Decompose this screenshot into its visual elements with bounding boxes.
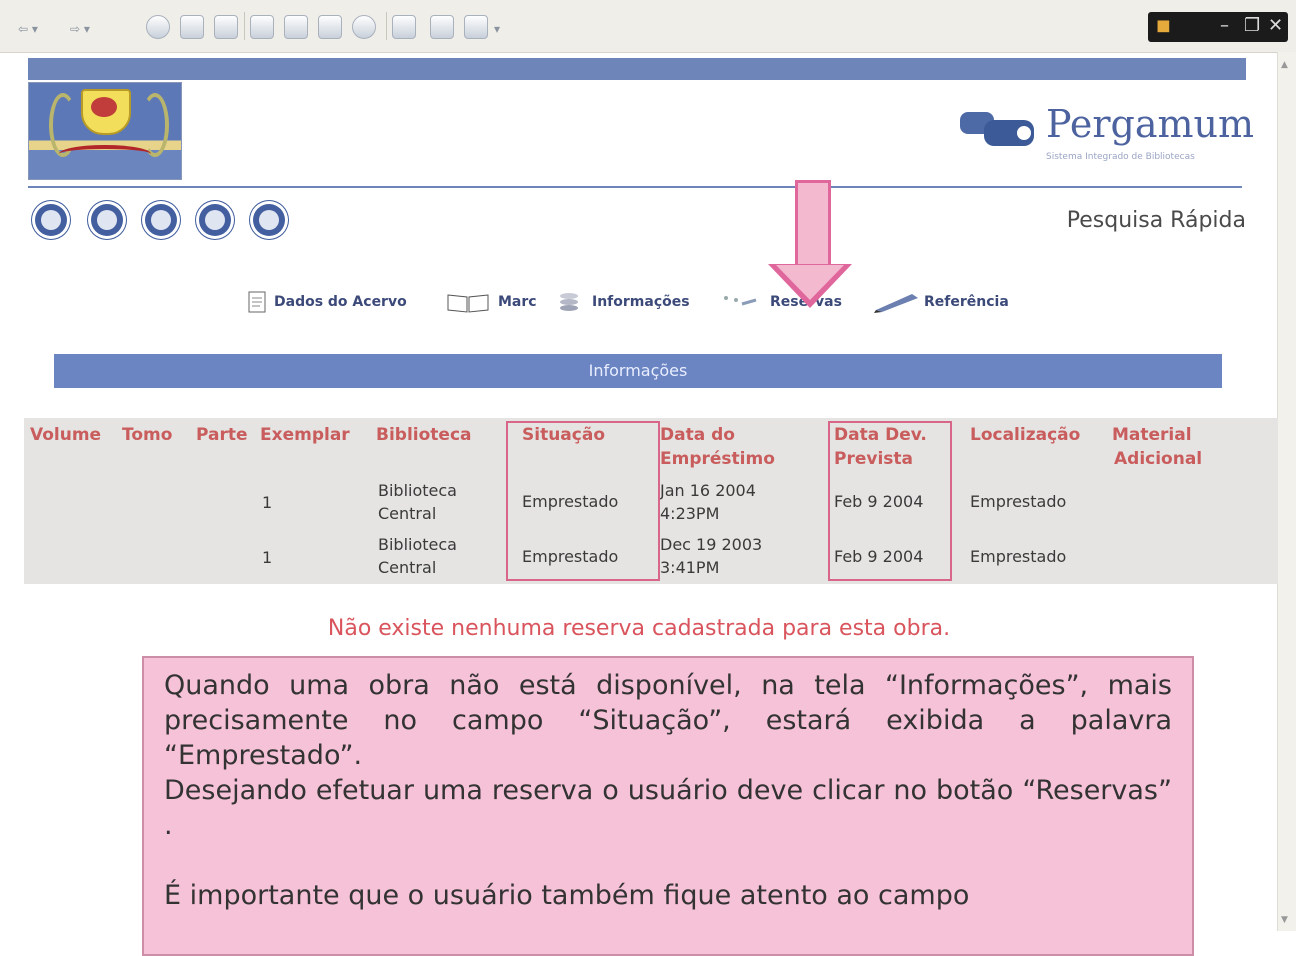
brand-name: Pergamum (1046, 102, 1255, 146)
info-stack-icon (560, 293, 578, 311)
scroll-up-icon[interactable]: ▲ (1281, 60, 1288, 70)
refresh-icon (151, 210, 171, 230)
quick-search-link[interactable]: Pesquisa Rápida (1067, 208, 1246, 233)
exemplares-table: Volume Tomo Parte Exemplar Biblioteca Si… (24, 418, 1278, 584)
pergamum-mark-icon (960, 112, 1034, 146)
no-reservation-message: Não existe nenhuma reserva cadastrada pa… (327, 616, 951, 641)
print-button[interactable] (250, 201, 288, 239)
col-tomo: Tomo (122, 425, 173, 445)
refresh-button[interactable] (142, 201, 180, 239)
instruction-note: Quando uma obra não está disponível, na … (142, 656, 1194, 956)
col-material-1: Material (1112, 425, 1192, 445)
clipboard-icon (97, 210, 117, 230)
vertical-scrollbar[interactable]: ▲ ▼ (1277, 52, 1296, 931)
data-dev-highlight-box (828, 421, 952, 581)
document-icon (248, 291, 266, 313)
cell-biblioteca: Central (378, 558, 437, 577)
cell-data-emprestimo: 4:23PM (660, 504, 720, 523)
cell-data-emprestimo: Dec 19 2003 (660, 535, 763, 554)
col-parte: Parte (196, 425, 248, 445)
col-data-emprestimo-2: Empréstimo (660, 449, 775, 469)
close-button[interactable] (196, 201, 234, 239)
close-icon[interactable]: ✕ (1268, 15, 1283, 36)
scroll-down-icon[interactable]: ▼ (1281, 915, 1288, 925)
cell-data-emprestimo: 3:41PM (660, 558, 720, 577)
restore-icon[interactable]: ❐ (1244, 15, 1260, 36)
browser-toolbar: ⇦ ▾ ⇨ ▾ ▾ ◼ – ❐ ✕ (0, 0, 1296, 53)
forward-arrow-icon[interactable]: ⇨ ▾ (70, 22, 90, 36)
book-icon (447, 294, 489, 313)
cell-localizacao: Emprestado (970, 547, 1067, 566)
col-material-2: Adicional (1114, 449, 1203, 469)
pen-icon (874, 294, 918, 313)
brand-subtitle: Sistema Integrado de Bibliotecas (1046, 152, 1195, 162)
window-controls: ◼ – ❐ ✕ (1148, 12, 1288, 42)
situacao-highlight-box (506, 421, 660, 581)
col-localizacao: Localização (970, 425, 1081, 445)
cell-exemplar: 1 (262, 548, 273, 567)
top-banner (28, 58, 1246, 80)
toolbar-separator (244, 12, 245, 40)
note-paragraph: Desejando efetuar uma reserva o usuário … (164, 775, 1172, 841)
back-arrow-icon[interactable]: ⇦ ▾ (18, 22, 38, 36)
reserve-icon (724, 296, 757, 306)
print-icon (259, 210, 279, 230)
cell-data-emprestimo: Jan 16 2004 (660, 481, 756, 500)
refresh-icon[interactable] (180, 15, 204, 39)
cell-biblioteca: Central (378, 504, 437, 523)
col-biblioteca: Biblioteca (376, 425, 472, 445)
history-icon[interactable] (318, 15, 342, 39)
stop-icon[interactable] (146, 15, 170, 39)
print-icon[interactable] (430, 15, 454, 39)
cell-exemplar: 1 (262, 493, 273, 512)
university-logo (28, 82, 182, 180)
annotation-arrow-head-fill (776, 265, 844, 300)
section-title: Informações (54, 354, 1222, 388)
favorites-icon[interactable] (284, 15, 308, 39)
col-data-emprestimo-1: Data do (660, 425, 735, 445)
clipboard-button[interactable] (88, 201, 126, 239)
cell-biblioteca: Biblioteca (378, 535, 457, 554)
annotation-arrow (795, 180, 831, 269)
mail-icon[interactable] (392, 15, 416, 39)
windows-logo-icon: ◼ (1156, 15, 1171, 36)
note-paragraph: Quando uma obra não está disponível, na … (164, 670, 1172, 771)
minimize-icon[interactable]: – (1220, 15, 1229, 36)
note-paragraph: É importante que o usuário também fique … (164, 880, 970, 911)
search-icon[interactable] (250, 15, 274, 39)
cell-biblioteca: Biblioteca (378, 481, 457, 500)
back-button[interactable] (32, 201, 70, 239)
close-icon (205, 210, 225, 230)
toolbar-separator (386, 12, 387, 40)
edit-icon[interactable] (464, 15, 488, 39)
chevron-down-icon[interactable]: ▾ (494, 22, 500, 36)
cell-localizacao: Emprestado (970, 492, 1067, 511)
header-divider (28, 186, 1242, 188)
col-exemplar: Exemplar (260, 425, 350, 445)
col-volume: Volume (30, 425, 102, 445)
back-icon (41, 210, 61, 230)
home-icon[interactable] (214, 15, 238, 39)
media-icon[interactable] (352, 15, 376, 39)
